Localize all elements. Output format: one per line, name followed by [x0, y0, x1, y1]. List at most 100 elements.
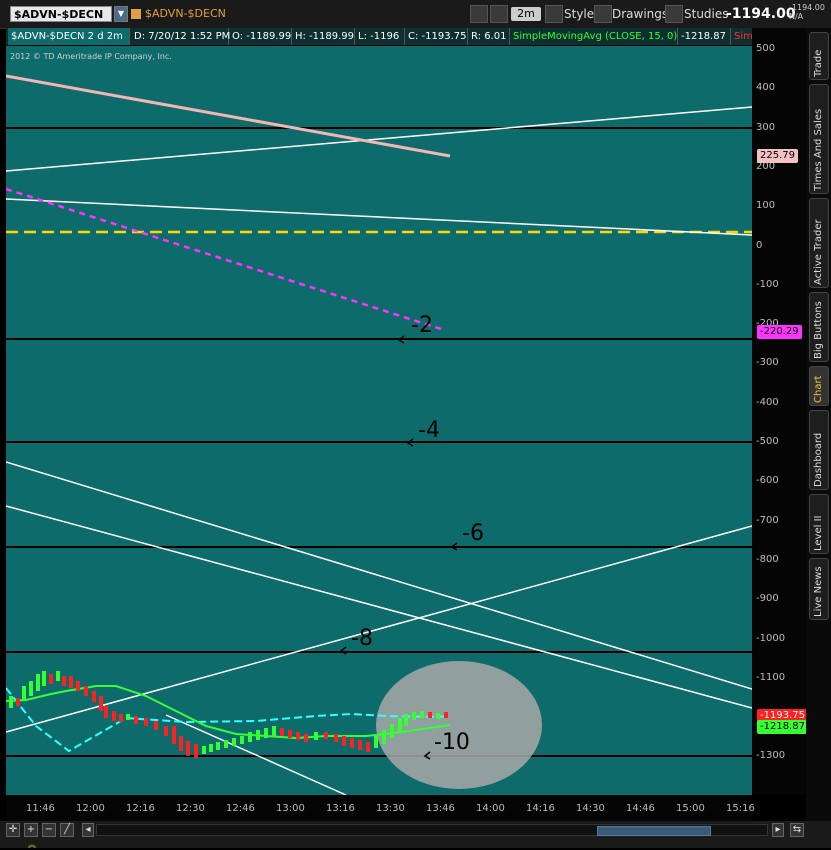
price-candle: [350, 738, 354, 748]
y-tick-label: 400: [756, 82, 776, 94]
badge-magenta-trend: -220.29: [757, 325, 802, 339]
info-range: R: 6.01: [468, 28, 510, 45]
price-candle: [288, 730, 292, 738]
badge-sma: -1218.87: [757, 720, 808, 734]
annotation-10: -10: [434, 730, 470, 755]
side-tab-live-news[interactable]: Live News: [809, 558, 829, 620]
link-icon[interactable]: [131, 9, 141, 19]
scroll-right-icon[interactable]: ▸: [772, 823, 784, 837]
price-candle: [119, 714, 123, 722]
annotation-8: -8: [351, 626, 373, 651]
price-candle: [304, 734, 308, 742]
x-tick-label: 12:16: [126, 803, 155, 814]
price-candle: [16, 698, 20, 706]
price-candle: [444, 712, 448, 718]
info-sim: Sim: [734, 31, 753, 42]
price-candle: [420, 711, 424, 718]
price-candle: [324, 732, 328, 739]
price-candle: [366, 742, 370, 752]
time-axis[interactable]: 11:46 12:00 12:16 12:30 12:46 13:00 13:16 13:30…: [6, 795, 755, 821]
y-tick-label: -1100: [756, 671, 786, 683]
aggregation-button[interactable]: 2m: [511, 7, 541, 21]
price-candle: [164, 726, 168, 736]
side-tab-big-buttons[interactable]: Big Buttons: [809, 292, 829, 362]
price-candle: [42, 671, 46, 686]
zoom-in-icon[interactable]: +: [24, 823, 38, 837]
scrollbar-thumb[interactable]: [597, 826, 711, 836]
price-candle: [358, 740, 362, 750]
x-tick-label: 12:46: [226, 803, 255, 814]
y-tick-label: 500: [756, 43, 776, 54]
price-candle: [374, 736, 378, 748]
info-high: H: -1189.99: [292, 28, 355, 45]
price-candle: [232, 738, 236, 746]
x-tick-label: 14:00: [476, 803, 505, 814]
price-candle: [256, 730, 260, 740]
price-candle: [76, 681, 80, 691]
price-candle: [99, 696, 103, 711]
y-tick-label: -900: [756, 593, 779, 605]
scroll-left-icon[interactable]: ◂: [82, 823, 94, 837]
chart-plot-area[interactable]: 2012 © TD Ameritrade IP Company, Inc. -2…: [6, 46, 752, 795]
side-tab-times-and-sales[interactable]: Times And Sales: [809, 84, 829, 194]
side-tab-trade[interactable]: Trade: [809, 32, 829, 80]
symbol-dropdown-button[interactable]: ▼: [114, 6, 128, 22]
collapse-arrow-icon[interactable]: ︽: [28, 839, 36, 850]
side-tab-dashboard[interactable]: Dashboard: [809, 410, 829, 490]
price-candle: [248, 732, 252, 742]
y-tick-label: -1300: [756, 750, 786, 762]
price-candle: [172, 726, 176, 744]
pan-icon[interactable]: ✛: [6, 823, 20, 837]
price-candle: [29, 681, 33, 696]
bottom-toolbar: ✛ + − ╱ ◂ ▸ ⇆ ︽: [0, 821, 831, 850]
y-tick-label: 100: [756, 200, 776, 212]
right-side-tabs: Trade Times And Sales Active Trader Big But…: [806, 28, 831, 821]
trendline-upper-falling: [6, 198, 752, 236]
trendline-upper-rising: [6, 106, 752, 172]
price-candle: [382, 730, 386, 744]
y-tick-label: -600: [756, 475, 779, 487]
price-candle: [404, 714, 408, 726]
studies-button[interactable]: Studies: [684, 5, 729, 23]
price-candle: [69, 676, 73, 688]
price-candle: [112, 711, 116, 721]
chart-title[interactable]: $ADVN-$DECN 2 d 2m: [8, 28, 130, 45]
time-scrollbar[interactable]: [96, 824, 768, 836]
draw-line-icon[interactable]: ╱: [60, 823, 74, 837]
drawings-button[interactable]: Drawings: [612, 5, 668, 23]
badge-pink-trend: 225.79: [757, 149, 798, 163]
trendline-lower-falling-1: [6, 461, 752, 690]
side-tab-active-trader[interactable]: Active Trader: [809, 198, 829, 288]
price-candle: [36, 674, 40, 691]
price-candle: [92, 691, 96, 702]
x-tick-label: 14:46: [626, 803, 655, 814]
pink-trendline: [6, 74, 451, 158]
style-icon: [545, 5, 563, 23]
crosshair-tool-icon[interactable]: [470, 5, 488, 23]
y-tick-label: -1000: [756, 632, 786, 644]
small-price-readout: -1194.00 N/A: [789, 3, 825, 21]
x-tick-label: 13:00: [276, 803, 305, 814]
info-low: L: -1196: [355, 28, 405, 45]
price-candle: [272, 726, 276, 736]
price-candle: [9, 696, 13, 708]
price-candle: [126, 714, 130, 720]
style-button[interactable]: Style: [564, 5, 594, 23]
price-candle: [216, 742, 220, 750]
side-tab-chart[interactable]: Chart: [809, 366, 829, 406]
expand-icon[interactable]: ⇆: [790, 823, 804, 837]
side-tab-level-ii[interactable]: Level II: [809, 494, 829, 554]
symbol-input[interactable]: $ADVN-$DECN: [10, 6, 112, 22]
zoom-out-icon[interactable]: −: [42, 823, 56, 837]
info-study-name[interactable]: SimpleMovingAvg (CLOSE, 15, 0): [510, 28, 678, 45]
trendline-lower-falling-2: [6, 505, 752, 709]
price-candle: [436, 713, 440, 719]
price-candle: [224, 740, 228, 748]
settings-wrench-icon[interactable]: [490, 5, 508, 23]
info-close: C: -1193.75: [405, 28, 468, 45]
y-tick-label: -800: [756, 553, 779, 565]
price-axis[interactable]: 500 400 300 200 100 0 -100 -200 -300 -400 -500 -600…: [752, 28, 808, 795]
x-tick-label: 11:46: [26, 803, 55, 814]
y-tick-label: -300: [756, 357, 779, 369]
price-candle: [428, 712, 432, 718]
